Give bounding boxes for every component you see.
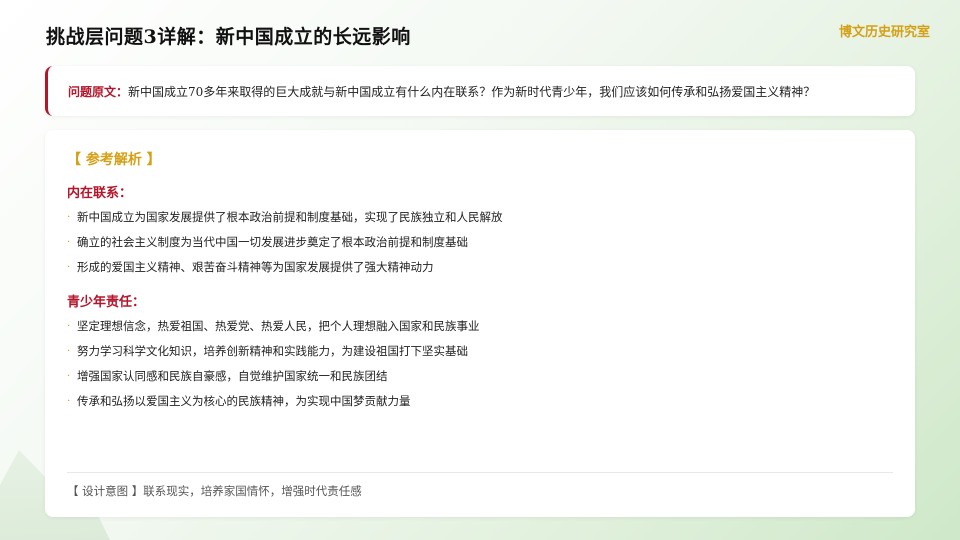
bullet-dot-icon: · — [67, 262, 71, 273]
inner-connection-heading: 内在联系： — [67, 186, 133, 201]
section-divider — [67, 472, 893, 473]
list-item: · 确立的社会主义制度为当代中国一切发展进步奠定了根本政治前提和制度基础 — [67, 230, 503, 255]
list-item: · 新中国成立为国家发展提供了根本政治前提和制度基础，实现了民族独立和人民解放 — [67, 205, 503, 230]
page-title: 挑战层问题3详解：新中国成立的长远影响 — [46, 26, 411, 48]
list-item-text: 努力学习科学文化知识，培养创新精神和实践能力，为建设祖国打下坚实基础 — [77, 344, 468, 358]
list-item-text: 新中国成立为国家发展提供了根本政治前提和制度基础，实现了民族独立和人民解放 — [77, 210, 503, 224]
question-label: 问题原文： — [68, 84, 129, 99]
bullet-dot-icon: · — [67, 396, 71, 407]
list-item-text: 形成的爱国主义精神、艰苦奋斗精神等为国家发展提供了强大精神动力 — [77, 260, 434, 274]
list-item-text: 坚定理想信念，热爱祖国、热爱党、热爱人民，把个人理想融入国家和民族事业 — [77, 319, 480, 333]
list-item: · 增强国家认同感和民族自豪感，自觉维护国家统一和民族团结 — [67, 364, 480, 389]
question-card: 问题原文： 新中国成立70多年来取得的巨大成就与新中国成立有什么内在联系？作为新… — [45, 66, 915, 116]
list-item-text: 确立的社会主义制度为当代中国一切发展进步奠定了根本政治前提和制度基础 — [77, 235, 468, 249]
list-item-text: 传承和弘扬以爱国主义为核心的民族精神，为实现中国梦贡献力量 — [77, 394, 411, 408]
list-item: · 形成的爱国主义精神、艰苦奋斗精神等为国家发展提供了强大精神动力 — [67, 255, 503, 280]
list-item-text: 增强国家认同感和民族自豪感，自觉维护国家统一和民族团结 — [77, 369, 388, 383]
inner-connection-list: · 新中国成立为国家发展提供了根本政治前提和制度基础，实现了民族独立和人民解放 … — [67, 205, 503, 280]
question-text: 新中国成立70多年来取得的巨大成就与新中国成立有什么内在联系？作为新时代青少年，… — [128, 84, 816, 99]
analysis-section-title: 【 参考解析 】 — [67, 152, 161, 168]
youth-responsibility-heading: 青少年责任： — [67, 295, 146, 310]
list-item: · 努力学习科学文化知识，培养创新精神和实践能力，为建设祖国打下坚实基础 — [67, 339, 480, 364]
design-intent-note: 【 设计意图 】联系现实，培养家国情怀，增强时代责任感 — [67, 484, 362, 498]
bullet-dot-icon: · — [67, 371, 71, 382]
bullet-dot-icon: · — [67, 237, 71, 248]
bullet-dot-icon: · — [67, 321, 71, 332]
list-item: · 坚定理想信念，热爱祖国、热爱党、热爱人民，把个人理想融入国家和民族事业 — [67, 314, 480, 339]
bullet-dot-icon: · — [67, 346, 71, 357]
youth-responsibility-list: · 坚定理想信念，热爱祖国、热爱党、热爱人民，把个人理想融入国家和民族事业 · … — [67, 314, 480, 414]
bullet-dot-icon: · — [67, 212, 71, 223]
list-item: · 传承和弘扬以爱国主义为核心的民族精神，为实现中国梦贡献力量 — [67, 389, 480, 414]
brand-logo-text: 博文历史研究室 — [838, 25, 930, 40]
analysis-card: 【 参考解析 】 内在联系： · 新中国成立为国家发展提供了根本政治前提和制度基… — [45, 130, 915, 517]
